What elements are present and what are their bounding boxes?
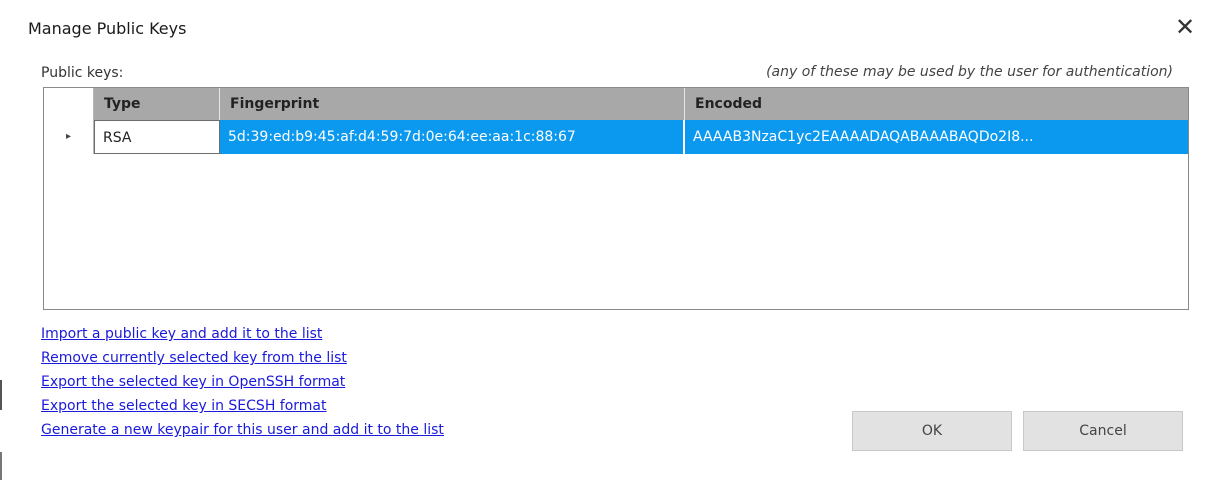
export-secsh-link[interactable]: Export the selected key in SECSH format xyxy=(41,394,444,418)
cell-type[interactable]: RSA xyxy=(94,120,220,154)
close-icon[interactable]: ✕ xyxy=(1170,12,1200,42)
cell-fingerprint[interactable]: 5d:39:ed:b9:45:af:d4:59:7d:0e:64:ee:aa:1… xyxy=(220,120,684,154)
table-row[interactable]: ▸ RSA 5d:39:ed:b9:45:af:d4:59:7d:0e:64:e… xyxy=(44,120,1188,154)
import-key-link[interactable]: Import a public key and add it to the li… xyxy=(41,322,444,346)
cancel-button[interactable]: Cancel xyxy=(1023,411,1183,451)
grid-header: Type Fingerprint Encoded xyxy=(44,88,1188,120)
column-header-encoded[interactable]: Encoded xyxy=(685,88,1188,120)
column-header-type[interactable]: Type xyxy=(94,88,220,120)
column-header-fingerprint[interactable]: Fingerprint xyxy=(220,88,685,120)
row-selector-arrow-icon[interactable]: ▸ xyxy=(44,120,94,154)
cell-encoded[interactable]: AAAAB3NzaC1yc2EAAAADAQABAAABAQDo2I8... xyxy=(685,120,1188,154)
export-openssh-link[interactable]: Export the selected key in OpenSSH forma… xyxy=(41,370,444,394)
ok-button[interactable]: OK xyxy=(852,411,1012,451)
action-links: Import a public key and add it to the li… xyxy=(41,322,444,442)
remove-key-link[interactable]: Remove currently selected key from the l… xyxy=(41,346,444,370)
window-edge-mark xyxy=(0,452,2,480)
title-bar: Manage Public Keys ✕ xyxy=(0,0,1206,52)
dialog-title: Manage Public Keys xyxy=(28,19,187,38)
grid-corner xyxy=(44,88,94,120)
authentication-hint: (any of these may be used by the user fo… xyxy=(766,64,1173,80)
public-keys-label: Public keys: xyxy=(41,65,124,81)
window-edge-mark xyxy=(0,380,2,410)
generate-keypair-link[interactable]: Generate a new keypair for this user and… xyxy=(41,418,444,442)
public-keys-grid[interactable]: Type Fingerprint Encoded ▸ RSA 5d:39:ed:… xyxy=(43,87,1189,310)
